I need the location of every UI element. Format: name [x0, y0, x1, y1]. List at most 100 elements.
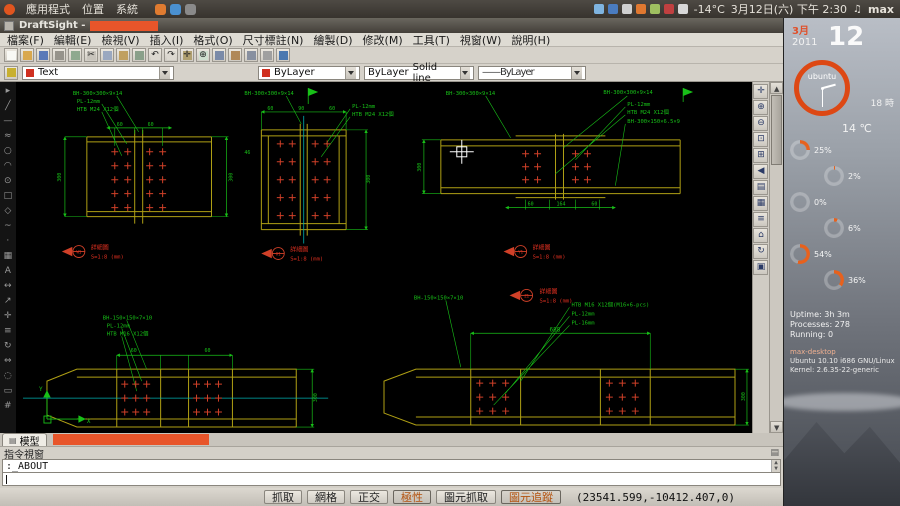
line-weight-combo[interactable]: ——ByLayer [478, 65, 586, 80]
hatch-tool[interactable]: ▦ [1, 249, 15, 264]
previous-view-tool[interactable]: ◀ [753, 164, 769, 179]
rotate-tool[interactable]: ↻ [1, 339, 15, 354]
cut-button[interactable]: ✂ [84, 48, 98, 62]
zoom-extents-tool[interactable]: ⊡ [753, 132, 769, 147]
dropdown-arrow[interactable] [459, 66, 470, 79]
copy-button[interactable] [100, 48, 114, 62]
named-views-tool[interactable]: ▤ [753, 180, 769, 195]
properties-panel-tool[interactable]: ≡ [753, 212, 769, 227]
input-method-icon[interactable] [663, 4, 674, 14]
vertical-scrollbar[interactable]: ▲ ▼ [769, 82, 783, 433]
menubar-item[interactable]: 插入(I) [145, 32, 189, 48]
chat-icon[interactable] [621, 4, 632, 14]
bluetooth-icon[interactable] [607, 4, 618, 14]
linestyle-button[interactable] [244, 48, 258, 62]
dimension-tool[interactable]: ↔ [1, 279, 15, 294]
dropdown-arrow[interactable] [571, 66, 582, 79]
text-tool[interactable]: A [1, 264, 15, 279]
scrollbar-thumb[interactable] [771, 95, 783, 165]
move-tool[interactable]: ✛ [1, 309, 15, 324]
redo-button[interactable]: ↷ [164, 48, 178, 62]
command-window-menu-icon[interactable]: ▤ [770, 448, 779, 458]
zoom-fit-button[interactable] [212, 48, 226, 62]
menubar-item[interactable]: 尺寸標註(N) [238, 32, 309, 48]
dropdown-arrow[interactable] [159, 66, 170, 79]
circle-tool[interactable]: ○ [1, 144, 15, 159]
line-color-combo[interactable]: ByLayer [258, 65, 360, 80]
layer-manager-button[interactable] [4, 65, 18, 80]
panel-menu-item[interactable]: 位置 [77, 1, 109, 17]
scroll-down-icon[interactable]: ▼ [770, 421, 783, 433]
battery-icon[interactable] [649, 4, 660, 14]
new-button[interactable] [4, 48, 18, 62]
pattern-tool[interactable]: # [1, 399, 15, 414]
rectangle-tool[interactable]: □ [1, 189, 15, 204]
clock-applet[interactable]: 3月12日(六) 下午 2:30 [731, 1, 847, 17]
paste-button[interactable] [116, 48, 130, 62]
zoom-in-button[interactable]: ⊕ [196, 48, 210, 62]
weather-applet[interactable]: -14°C [694, 3, 725, 16]
tab-model[interactable]: ▤ 模型 [2, 433, 47, 448]
clipboard-icon[interactable] [677, 4, 688, 14]
pan-button[interactable]: ✛ [180, 48, 194, 62]
status-toggle-button[interactable]: 網格 [307, 490, 345, 504]
distributor-logo-icon[interactable] [4, 3, 15, 15]
viewport-tool[interactable]: ▭ [1, 384, 15, 399]
select-tool[interactable]: ▸ [1, 84, 15, 99]
menubar-item[interactable]: 修改(M) [358, 32, 408, 48]
status-toggle-button[interactable]: 抓取 [264, 490, 302, 504]
print-preview-button[interactable] [68, 48, 82, 62]
help-button[interactable] [276, 48, 290, 62]
drawing-canvas[interactable]: BH-300×300×9×14 PL-12mm HTB M24 X12個 60 60 30… [15, 82, 752, 433]
refresh-tool[interactable]: ↻ [753, 244, 769, 259]
status-toggle-button[interactable]: 圖元追蹤 [501, 490, 561, 504]
line-style-combo[interactable]: ByLayer Solid line [364, 62, 474, 84]
layer-panel-tool[interactable]: ▣ [753, 260, 769, 275]
update-icon[interactable] [635, 4, 646, 14]
zoom-window-tool[interactable]: ⊞ [753, 148, 769, 163]
grid-display-tool[interactable]: ▦ [753, 196, 769, 211]
panel-menu-item[interactable]: 應用程式 [21, 1, 75, 17]
layers-button[interactable] [228, 48, 242, 62]
command-scrollbar[interactable]: ▲ ▼ [771, 460, 780, 472]
status-toggle-button[interactable]: 極性 [393, 490, 431, 504]
ellipse-tool[interactable]: ⊙ [1, 174, 15, 189]
status-toggle-button[interactable]: 正交 [350, 490, 388, 504]
menubar-item[interactable]: 工具(T) [408, 32, 455, 48]
erase-tool[interactable]: ◌ [1, 369, 15, 384]
volume-icon[interactable]: ♫ [853, 4, 862, 15]
pan-tool[interactable]: ✛ [753, 84, 769, 99]
copy-tool[interactable]: ≡ [1, 324, 15, 339]
menubar-item[interactable]: 視窗(W) [455, 32, 506, 48]
menubar-item[interactable]: 說明(H) [506, 32, 555, 48]
open-button[interactable] [20, 48, 34, 62]
terminal-icon[interactable] [185, 3, 196, 15]
zoom-out-tool[interactable]: ⊖ [753, 116, 769, 131]
options-button[interactable] [260, 48, 274, 62]
help-icon[interactable] [170, 3, 181, 15]
properties-button[interactable] [132, 48, 146, 62]
undo-button[interactable]: ↶ [148, 48, 162, 62]
status-toggle-button[interactable]: 圖元抓取 [436, 490, 496, 504]
spline-tool[interactable]: ~ [1, 219, 15, 234]
polyline-tool[interactable]: ≈ [1, 129, 15, 144]
menubar-item[interactable]: 編輯(E) [49, 32, 97, 48]
save-button[interactable] [36, 48, 50, 62]
scroll-up-icon[interactable]: ▲ [770, 82, 783, 94]
leader-tool[interactable]: ↗ [1, 294, 15, 309]
menubar-item[interactable]: 格式(O) [188, 32, 237, 48]
line-tool[interactable]: ╱ [1, 99, 15, 114]
menubar-item[interactable]: 檢視(V) [96, 32, 144, 48]
arc-tool[interactable]: ◠ [1, 159, 15, 174]
polygon-tool[interactable]: ◇ [1, 204, 15, 219]
command-input[interactable] [2, 472, 781, 486]
layer-combo[interactable]: Text [22, 65, 174, 80]
zoom-in-tool[interactable]: ⊕ [753, 100, 769, 115]
home-view-tool[interactable]: ⌂ [753, 228, 769, 243]
point-tool[interactable]: · [1, 234, 15, 249]
dropdown-arrow[interactable] [345, 66, 356, 79]
menubar-item[interactable]: 繪製(D) [308, 32, 357, 48]
print-button[interactable] [52, 48, 66, 62]
user-menu[interactable]: max [868, 3, 894, 16]
mirror-tool[interactable]: ⇔ [1, 354, 15, 369]
